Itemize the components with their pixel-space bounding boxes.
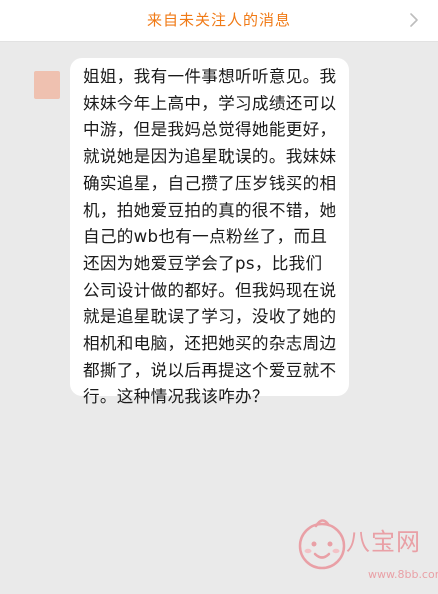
chevron-right-icon[interactable] <box>404 8 424 32</box>
message-text: 姐姐，我有一件事想听听意见。我妹妹今年上高中，学习成绩还可以中游，但是我妈总觉得… <box>83 67 337 407</box>
watermark-url: www.8bb.com <box>368 568 438 581</box>
site-watermark: 八宝网 www.8bb.com <box>296 512 438 592</box>
sender-avatar[interactable] <box>34 71 60 99</box>
watermark-name: 八宝网 <box>346 528 421 556</box>
header-bar: 来自未关注人的消息 <box>0 0 438 42</box>
baby-face-logo-icon <box>298 519 346 570</box>
message-bubble: 姐姐，我有一件事想听听意见。我妹妹今年上高中，学习成绩还可以中游，但是我妈总觉得… <box>70 58 349 406</box>
header-title: 来自未关注人的消息 <box>146 11 291 29</box>
